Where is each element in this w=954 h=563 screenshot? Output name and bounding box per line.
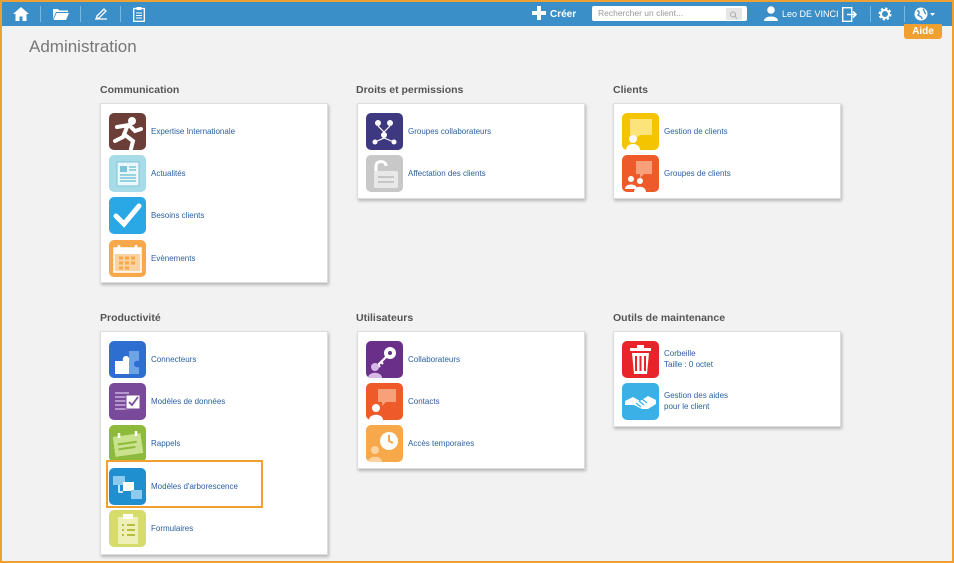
client-bubble-icon [622,112,659,150]
panel-utilisateurs: Collaborateurs Contacts Accès temporaire… [357,331,585,469]
search-icon [730,11,738,19]
create-label: Créer [550,8,577,20]
edit-icon[interactable] [86,2,116,26]
contacts-icon [366,382,403,420]
admin-link-label: Rappels [151,438,181,448]
gear-icon[interactable] [870,2,900,26]
runner-icon [109,112,146,150]
admin-link-evenements[interactable]: Evènements [109,239,195,277]
home-icon[interactable] [6,2,36,26]
admin-link-groupes-clients[interactable]: Groupes de clients [622,154,731,192]
admin-link-acces-temporaires[interactable]: Accès temporaires [366,424,474,462]
user-icon [764,5,778,23]
globe-icon[interactable] [910,2,940,26]
admin-link-gestion-aides[interactable]: Gestion des aides pour le client [622,382,728,420]
admin-link-besoins-clients[interactable]: Besoins clients [109,196,204,234]
reminder-icon [109,424,146,462]
handshake-icon [622,382,659,420]
admin-link-label: Contacts [408,396,440,406]
admin-link-rappels[interactable]: Rappels [109,424,180,462]
admin-link-label: Corbeille [664,349,696,358]
toolbar-divider [40,6,41,22]
admin-link-label: Formulaires [151,523,194,533]
admin-link-contacts[interactable]: Contacts [366,382,440,420]
panel-droits: Groupes collaborateurs Affectation des c… [357,103,585,199]
page-title: Administration [29,37,137,56]
data-model-icon [109,382,146,420]
plus-icon [532,5,546,23]
admin-link-label: Collaborateurs [408,354,461,364]
client-search-input[interactable]: Rechercher un client... [592,6,747,21]
panel-clients: Gestion de clients Groupes de clients [613,103,841,199]
user-name: Leo DE VINCI [782,9,839,19]
admin-link-label: Groupes collaborateurs [408,126,492,136]
puzzle-icon [109,340,146,378]
trash-size-label: Taille : 0 octet [664,360,713,369]
admin-link-formulaires[interactable]: Formulaires [109,509,193,547]
admin-link-groupes-collaborateurs[interactable]: Groupes collaborateurs [366,112,491,150]
admin-link-label: Besoins clients [151,210,205,220]
checkmark-icon [109,196,146,234]
logout-icon[interactable] [834,2,864,26]
admin-link-corbeille[interactable]: Corbeille Taille : 0 octet [622,340,713,378]
admin-link-label: Affectation des clients [408,168,486,178]
admin-link-collaborateurs[interactable]: Collaborateurs [366,340,460,378]
section-title-clients: Clients [613,84,649,96]
admin-link-sublabel: pour le client [664,402,710,411]
section-title-maintenance: Outils de maintenance [613,312,726,324]
section-title-productivite: Productivité [100,312,161,324]
toolbar-divider [120,6,121,22]
section-title-communication: Communication [100,84,180,96]
admin-link-label: Modèles de données [151,396,226,406]
user-menu[interactable]: Leo DE VINCI [764,2,839,26]
panel-maintenance: Corbeille Taille : 0 octet Gestion des a… [613,331,841,427]
user-key-icon [366,340,403,378]
admin-link-expertise-internationale[interactable]: Expertise Internationale [109,112,235,150]
admin-link-affectation-clients[interactable]: Affectation des clients [366,154,486,192]
admin-link-gestion-clients[interactable]: Gestion de clients [622,112,728,150]
clipboard-icon[interactable] [124,2,154,26]
calendar-icon [109,239,146,277]
folder-icon[interactable] [46,2,76,26]
toolbar-divider [904,6,905,22]
admin-link-label: Actualités [151,168,186,178]
section-title-utilisateurs: Utilisateurs [356,312,414,324]
panel-productivite: Connecteurs Modèles de données Rappels M… [100,331,328,555]
admin-link-label: Groupes de clients [664,168,731,178]
search-button[interactable] [726,8,742,20]
help-tab[interactable]: Aide [904,24,942,39]
admin-link-label: Expertise Internationale [151,126,236,136]
padlock-icon [366,154,403,192]
client-group-icon [622,154,659,192]
admin-link-label: Connecteurs [151,354,197,364]
admin-link-label: Gestion des aides [664,391,729,400]
clock-user-icon [366,424,403,462]
trash-icon [622,340,659,378]
toolbar-divider [80,6,81,22]
admin-link-modeles-donnees[interactable]: Modèles de données [109,382,225,420]
panel-communication: Expertise Internationale Actualités Beso… [100,103,328,283]
admin-link-label: Evènements [151,253,196,263]
section-title-droits: Droits et permissions [356,84,464,96]
newspaper-icon [109,154,146,192]
admin-link-label: Gestion de clients [664,126,728,136]
admin-link-label: Accès temporaires [408,438,475,448]
admin-link-actualites[interactable]: Actualités [109,154,186,192]
form-icon [109,509,146,547]
create-button[interactable]: Créer [532,2,576,26]
top-toolbar: Créer Rechercher un client... Leo DE VIN… [2,2,952,26]
selection-highlight [106,460,263,508]
app-frame: Créer Rechercher un client... Leo DE VIN… [2,2,952,561]
org-chart-icon [366,112,403,150]
admin-link-connecteurs[interactable]: Connecteurs [109,340,196,378]
